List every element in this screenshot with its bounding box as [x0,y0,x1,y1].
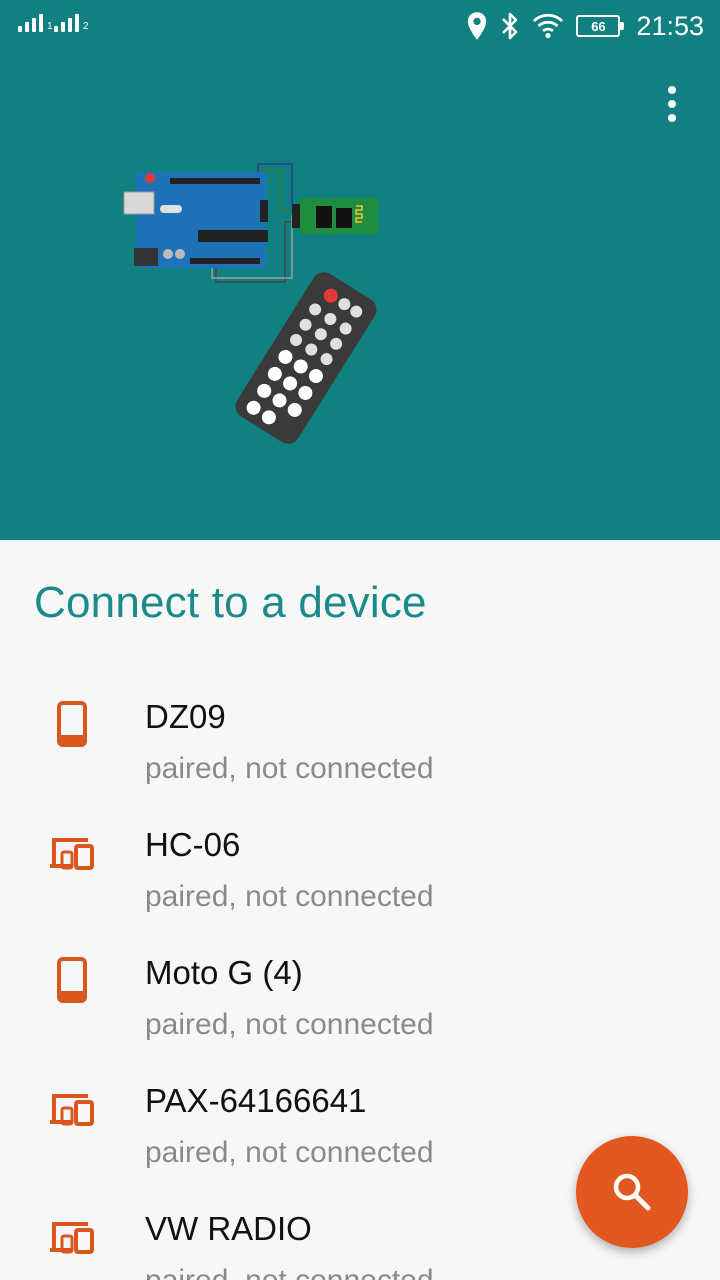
search-icon [613,1173,651,1211]
sim2-label: 2 [83,21,89,32]
device-status: paired, not connected [145,1264,434,1280]
clock: 21:53 [636,10,704,41]
phone-icon [57,957,87,1003]
scan-fab-button[interactable] [576,1136,688,1248]
device-item-dz09[interactable]: DZ09 paired, not connected [0,684,720,812]
device-name: DZ09 [145,698,226,735]
page-title: Connect to a device [34,578,427,627]
location-icon [468,12,487,40]
battery-icon: 66 [576,15,625,37]
more-vert-icon[interactable] [656,84,688,124]
battery-level: 66 [591,18,606,34]
devices-icon [50,1094,94,1126]
devices-icon [50,838,94,870]
sim1-label: 1 [47,21,53,32]
device-name: HC-06 [145,826,241,863]
signal-sim2-icon: 2 [54,14,89,32]
device-item-moto-g-4[interactable]: Moto G (4) paired, not connected [0,940,720,1068]
device-status: paired, not connected [145,1008,434,1041]
device-name: Moto G (4) [145,954,303,991]
device-name: VW RADIO [145,1210,312,1247]
device-item-hc-06[interactable]: HC-06 paired, not connected [0,812,720,940]
arduino-illustration [123,163,378,444]
bluetooth-icon [502,12,518,40]
device-name: PAX-64166641 [145,1082,367,1119]
wifi-icon [533,13,564,39]
status-bar: 1 2 66 21:53 [0,0,720,52]
status-icons: 66 21:53 [466,8,704,44]
device-status: paired, not connected [145,752,434,785]
device-status: paired, not connected [145,1136,434,1169]
devices-icon [50,1222,94,1254]
app-header: 1 2 66 21:53 [0,0,720,540]
device-status: paired, not connected [145,880,434,913]
phone-icon [57,701,87,747]
signal-sim1-icon: 1 [18,14,53,32]
